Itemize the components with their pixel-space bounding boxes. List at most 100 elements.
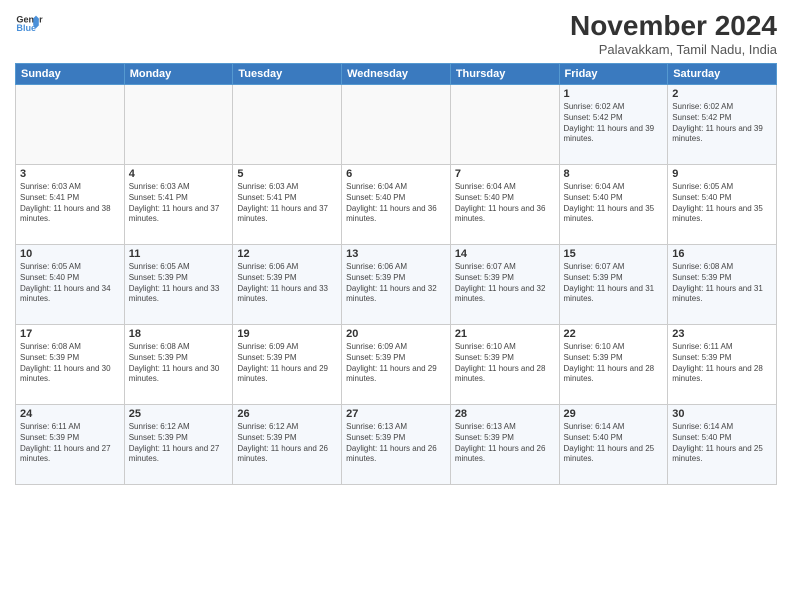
day-number: 18 bbox=[129, 328, 229, 340]
day-cell: 30 Sunrise: 6:14 AM Sunset: 5:40 PM Dayli… bbox=[668, 405, 777, 485]
day-number: 22 bbox=[564, 328, 664, 340]
svg-text:Blue: Blue bbox=[16, 23, 36, 33]
day-info: Sunrise: 6:12 AM Sunset: 5:39 PM Dayligh… bbox=[129, 422, 229, 465]
day-info: Sunrise: 6:04 AM Sunset: 5:40 PM Dayligh… bbox=[564, 182, 664, 225]
day-cell: 5 Sunrise: 6:03 AM Sunset: 5:41 PM Daylig… bbox=[233, 165, 342, 245]
week-row-1: 1 Sunrise: 6:02 AM Sunset: 5:42 PM Daylig… bbox=[16, 85, 777, 165]
day-info: Sunrise: 6:12 AM Sunset: 5:39 PM Dayligh… bbox=[237, 422, 337, 465]
day-info: Sunrise: 6:05 AM Sunset: 5:40 PM Dayligh… bbox=[20, 262, 120, 305]
day-info: Sunrise: 6:08 AM Sunset: 5:39 PM Dayligh… bbox=[129, 342, 229, 385]
day-number: 25 bbox=[129, 408, 229, 420]
day-info: Sunrise: 6:02 AM Sunset: 5:42 PM Dayligh… bbox=[672, 102, 772, 145]
day-number: 12 bbox=[237, 248, 337, 260]
day-number: 2 bbox=[672, 88, 772, 100]
day-number: 17 bbox=[20, 328, 120, 340]
header-saturday: Saturday bbox=[668, 64, 777, 85]
day-cell: 28 Sunrise: 6:13 AM Sunset: 5:39 PM Dayli… bbox=[450, 405, 559, 485]
subtitle: Palavakkam, Tamil Nadu, India bbox=[570, 42, 777, 57]
day-number: 30 bbox=[672, 408, 772, 420]
day-info: Sunrise: 6:10 AM Sunset: 5:39 PM Dayligh… bbox=[455, 342, 555, 385]
day-cell: 14Sunrise: 6:07 AM Sunset: 5:39 PM Dayli… bbox=[450, 245, 559, 325]
day-cell: 3Sunrise: 6:03 AM Sunset: 5:41 PM Daylig… bbox=[16, 165, 125, 245]
day-info: Sunrise: 6:04 AM Sunset: 5:40 PM Dayligh… bbox=[346, 182, 446, 225]
day-cell: 1Sunrise: 6:02 AM Sunset: 5:42 PM Daylig… bbox=[559, 85, 668, 165]
day-cell: 24Sunrise: 6:11 AM Sunset: 5:39 PM Dayli… bbox=[16, 405, 125, 485]
day-info: Sunrise: 6:11 AM Sunset: 5:39 PM Dayligh… bbox=[672, 342, 772, 385]
day-number: 3 bbox=[20, 168, 120, 180]
week-row-5: 24Sunrise: 6:11 AM Sunset: 5:39 PM Dayli… bbox=[16, 405, 777, 485]
day-number: 26 bbox=[237, 408, 337, 420]
day-cell: 29Sunrise: 6:14 AM Sunset: 5:40 PM Dayli… bbox=[559, 405, 668, 485]
day-cell: 17 Sunrise: 6:08 AM Sunset: 5:39 PM Dayli… bbox=[16, 325, 125, 405]
day-info: Sunrise: 6:11 AM Sunset: 5:39 PM Dayligh… bbox=[20, 422, 120, 465]
day-info: Sunrise: 6:09 AM Sunset: 5:39 PM Dayligh… bbox=[346, 342, 446, 385]
day-cell: 2 Sunrise: 6:02 AM Sunset: 5:42 PM Daylig… bbox=[668, 85, 777, 165]
day-cell: 12 Sunrise: 6:06 AM Sunset: 5:39 PM Dayli… bbox=[233, 245, 342, 325]
day-cell bbox=[124, 85, 233, 165]
title-block: November 2024 Palavakkam, Tamil Nadu, In… bbox=[570, 10, 777, 57]
day-info: Sunrise: 6:06 AM Sunset: 5:39 PM Dayligh… bbox=[237, 262, 337, 305]
day-cell: 22 Sunrise: 6:10 AM Sunset: 5:39 PM Dayli… bbox=[559, 325, 668, 405]
day-number: 8 bbox=[564, 168, 664, 180]
day-number: 7 bbox=[455, 168, 555, 180]
day-cell bbox=[342, 85, 451, 165]
month-title: November 2024 bbox=[570, 10, 777, 42]
header-wednesday: Wednesday bbox=[342, 64, 451, 85]
day-info: Sunrise: 6:07 AM Sunset: 5:39 PM Dayligh… bbox=[564, 262, 664, 305]
day-cell: 10 Sunrise: 6:05 AM Sunset: 5:40 PM Dayli… bbox=[16, 245, 125, 325]
day-cell bbox=[16, 85, 125, 165]
day-cell: 11 Sunrise: 6:05 AM Sunset: 5:39 PM Dayli… bbox=[124, 245, 233, 325]
day-number: 15 bbox=[564, 248, 664, 260]
day-info: Sunrise: 6:14 AM Sunset: 5:40 PM Dayligh… bbox=[564, 422, 664, 465]
day-info: Sunrise: 6:13 AM Sunset: 5:39 PM Dayligh… bbox=[455, 422, 555, 465]
calendar-table: Sunday Monday Tuesday Wednesday Thursday… bbox=[15, 63, 777, 485]
day-info: Sunrise: 6:07 AM Sunset: 5:39 PM Dayligh… bbox=[455, 262, 555, 305]
logo-icon: General Blue bbox=[15, 10, 43, 38]
week-row-3: 10 Sunrise: 6:05 AM Sunset: 5:40 PM Dayli… bbox=[16, 245, 777, 325]
day-number: 6 bbox=[346, 168, 446, 180]
day-cell: 23 Sunrise: 6:11 AM Sunset: 5:39 PM Dayli… bbox=[668, 325, 777, 405]
header-sunday: Sunday bbox=[16, 64, 125, 85]
header-thursday: Thursday bbox=[450, 64, 559, 85]
day-info: Sunrise: 6:09 AM Sunset: 5:39 PM Dayligh… bbox=[237, 342, 337, 385]
day-number: 16 bbox=[672, 248, 772, 260]
day-cell: 27 Sunrise: 6:13 AM Sunset: 5:39 PM Dayli… bbox=[342, 405, 451, 485]
day-info: Sunrise: 6:08 AM Sunset: 5:39 PM Dayligh… bbox=[20, 342, 120, 385]
day-info: Sunrise: 6:03 AM Sunset: 5:41 PM Dayligh… bbox=[237, 182, 337, 225]
day-number: 27 bbox=[346, 408, 446, 420]
day-cell: 16Sunrise: 6:08 AM Sunset: 5:39 PM Dayli… bbox=[668, 245, 777, 325]
day-number: 23 bbox=[672, 328, 772, 340]
week-row-4: 17 Sunrise: 6:08 AM Sunset: 5:39 PM Dayli… bbox=[16, 325, 777, 405]
day-cell: 19 Sunrise: 6:09 AM Sunset: 5:39 PM Dayli… bbox=[233, 325, 342, 405]
day-number: 5 bbox=[237, 168, 337, 180]
day-cell: 13 Sunrise: 6:06 AM Sunset: 5:39 PM Dayli… bbox=[342, 245, 451, 325]
day-info: Sunrise: 6:05 AM Sunset: 5:39 PM Dayligh… bbox=[129, 262, 229, 305]
page: General Blue November 2024 Palavakkam, T… bbox=[0, 0, 792, 612]
header: General Blue November 2024 Palavakkam, T… bbox=[15, 10, 777, 57]
day-number: 9 bbox=[672, 168, 772, 180]
day-number: 11 bbox=[129, 248, 229, 260]
day-number: 4 bbox=[129, 168, 229, 180]
day-info: Sunrise: 6:10 AM Sunset: 5:39 PM Dayligh… bbox=[564, 342, 664, 385]
day-info: Sunrise: 6:13 AM Sunset: 5:39 PM Dayligh… bbox=[346, 422, 446, 465]
day-cell: 6 Sunrise: 6:04 AM Sunset: 5:40 PM Daylig… bbox=[342, 165, 451, 245]
day-info: Sunrise: 6:06 AM Sunset: 5:39 PM Dayligh… bbox=[346, 262, 446, 305]
day-number: 21 bbox=[455, 328, 555, 340]
day-cell: 8 Sunrise: 6:04 AM Sunset: 5:40 PM Daylig… bbox=[559, 165, 668, 245]
day-number: 1 bbox=[564, 88, 664, 100]
logo: General Blue bbox=[15, 10, 43, 38]
week-row-2: 3 Sunrise: 6:03 AM Sunset: 5:41 PM Daylig… bbox=[16, 165, 777, 245]
header-row: Sunday Monday Tuesday Wednesday Thursday… bbox=[16, 64, 777, 85]
day-cell: 15 Sunrise: 6:07 AM Sunset: 5:39 PM Dayli… bbox=[559, 245, 668, 325]
day-info: Sunrise: 6:14 AM Sunset: 5:40 PM Dayligh… bbox=[672, 422, 772, 465]
header-tuesday: Tuesday bbox=[233, 64, 342, 85]
day-cell: 7 Sunrise: 6:04 AM Sunset: 5:40 PM Daylig… bbox=[450, 165, 559, 245]
day-info: Sunrise: 6:04 AM Sunset: 5:40 PM Dayligh… bbox=[455, 182, 555, 225]
day-number: 13 bbox=[346, 248, 446, 260]
day-cell: 20 Sunrise: 6:09 AM Sunset: 5:39 PM Dayli… bbox=[342, 325, 451, 405]
day-number: 28 bbox=[455, 408, 555, 420]
day-cell bbox=[233, 85, 342, 165]
day-number: 19 bbox=[237, 328, 337, 340]
day-number: 10 bbox=[20, 248, 120, 260]
day-number: 20 bbox=[346, 328, 446, 340]
